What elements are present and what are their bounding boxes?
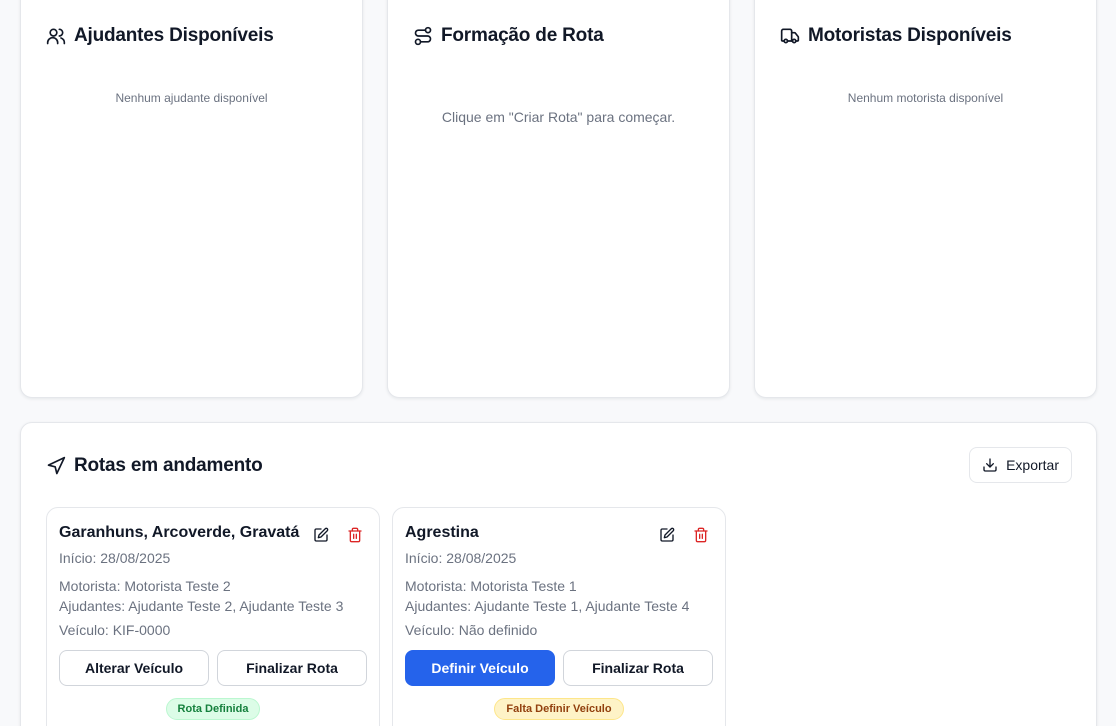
route-name: Garanhuns, Arcoverde, Gravatá: [59, 524, 300, 541]
status-badge: Falta Definir Veículo: [494, 698, 624, 720]
change-vehicle-button[interactable]: Alterar Veículo: [59, 650, 209, 686]
route-start-date: Início: 28/08/2025: [405, 550, 517, 566]
active-routes-panel: Rotas em andamento Exportar Garanhuns, A…: [20, 422, 1097, 726]
route-card: Garanhuns, Arcoverde, Gravatá Início: 28…: [46, 507, 380, 726]
route-actions: [659, 522, 713, 543]
route-formation-panel: Formação de Rota Clique em "Criar Rota" …: [387, 0, 730, 398]
route-driver: Motorista: Motorista Teste 1: [405, 578, 577, 594]
finish-route-button[interactable]: Finalizar Rota: [217, 650, 367, 686]
route-helpers: Ajudantes: Ajudante Teste 1, Ajudante Te…: [405, 598, 690, 614]
export-label: Exportar: [1006, 457, 1059, 473]
route-button-row: Alterar Veículo Finalizar Rota: [59, 650, 367, 686]
trash-icon[interactable]: [347, 527, 363, 543]
route-vehicle: Veículo: Não definido: [405, 622, 538, 638]
drivers-panel-header: Motoristas Disponíveis: [780, 25, 1012, 47]
route-start-date: Início: 28/08/2025: [59, 550, 171, 566]
route-actions: [313, 522, 367, 543]
helpers-panel-header: Ajudantes Disponíveis: [46, 25, 274, 47]
route-card-header: Garanhuns, Arcoverde, Gravatá: [59, 522, 367, 544]
edit-icon[interactable]: [313, 527, 329, 543]
route-helpers: Ajudantes: Ajudante Teste 2, Ajudante Te…: [59, 598, 344, 614]
edit-icon[interactable]: [659, 527, 675, 543]
drivers-panel: Motoristas Disponíveis Nenhum motorista …: [754, 0, 1097, 398]
route-card: Agrestina Início: 28/08/2025 Motorista: …: [392, 507, 726, 726]
active-routes-header: Rotas em andamento: [46, 455, 263, 477]
drivers-empty-text: Nenhum motorista disponível: [847, 91, 1004, 105]
helpers-panel-title: Ajudantes Disponíveis: [74, 25, 274, 46]
export-button[interactable]: Exportar: [969, 447, 1072, 483]
trash-icon[interactable]: [693, 527, 709, 543]
route-status-wrap: Rota Definida: [59, 698, 367, 720]
route-name: Agrestina: [405, 524, 479, 541]
users-icon: [46, 28, 66, 45]
route-status-wrap: Falta Definir Veículo: [405, 698, 713, 720]
truck-icon: [780, 28, 800, 44]
route-vehicle: Veículo: KIF-0000: [59, 622, 171, 638]
helpers-empty-text: Nenhum ajudante disponível: [115, 91, 268, 105]
route-formation-title: Formação de Rota: [441, 25, 604, 46]
route-icon: [414, 26, 432, 46]
status-badge: Rota Definida: [165, 698, 261, 720]
finish-route-button[interactable]: Finalizar Rota: [563, 650, 713, 686]
route-formation-empty-text: Clique em "Criar Rota" para começar.: [441, 109, 676, 125]
drivers-panel-title: Motoristas Disponíveis: [808, 25, 1012, 46]
route-driver: Motorista: Motorista Teste 2: [59, 578, 231, 594]
download-icon: [983, 458, 997, 472]
route-card-header: Agrestina: [405, 522, 713, 544]
helpers-panel: Ajudantes Disponíveis Nenhum ajudante di…: [20, 0, 363, 398]
navigation-icon: [47, 456, 66, 475]
route-formation-header: Formação de Rota: [413, 25, 604, 47]
active-routes-title: Rotas em andamento: [74, 455, 263, 476]
define-vehicle-button[interactable]: Definir Veículo: [405, 650, 555, 686]
route-button-row: Definir Veículo Finalizar Rota: [405, 650, 713, 686]
